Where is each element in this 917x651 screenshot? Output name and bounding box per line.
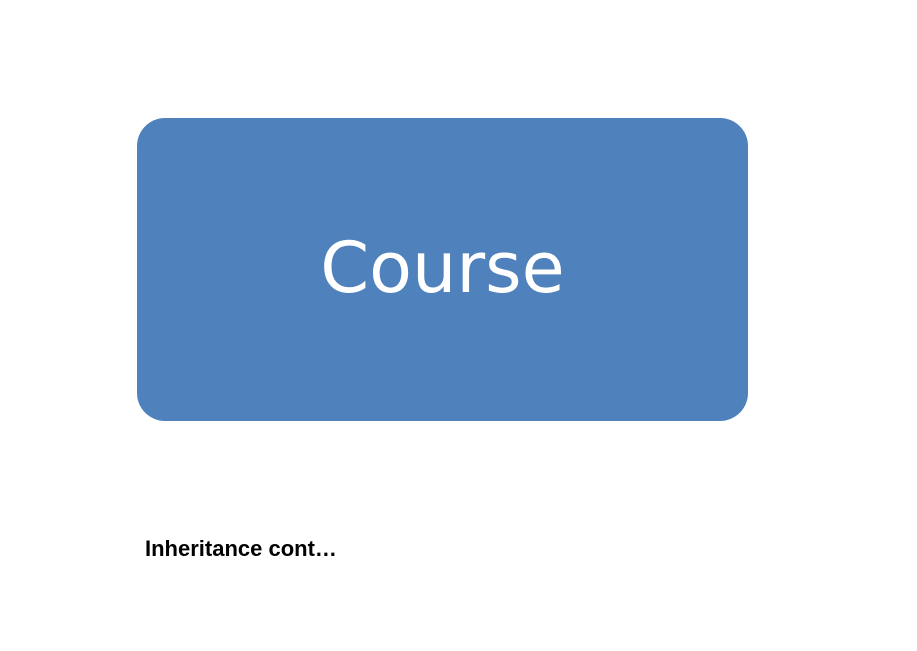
slide: Course Inheritance cont…	[0, 0, 917, 651]
class-box-label: Course	[320, 226, 565, 309]
slide-caption: Inheritance cont…	[145, 536, 337, 561]
course-class-box: Course	[137, 118, 748, 421]
